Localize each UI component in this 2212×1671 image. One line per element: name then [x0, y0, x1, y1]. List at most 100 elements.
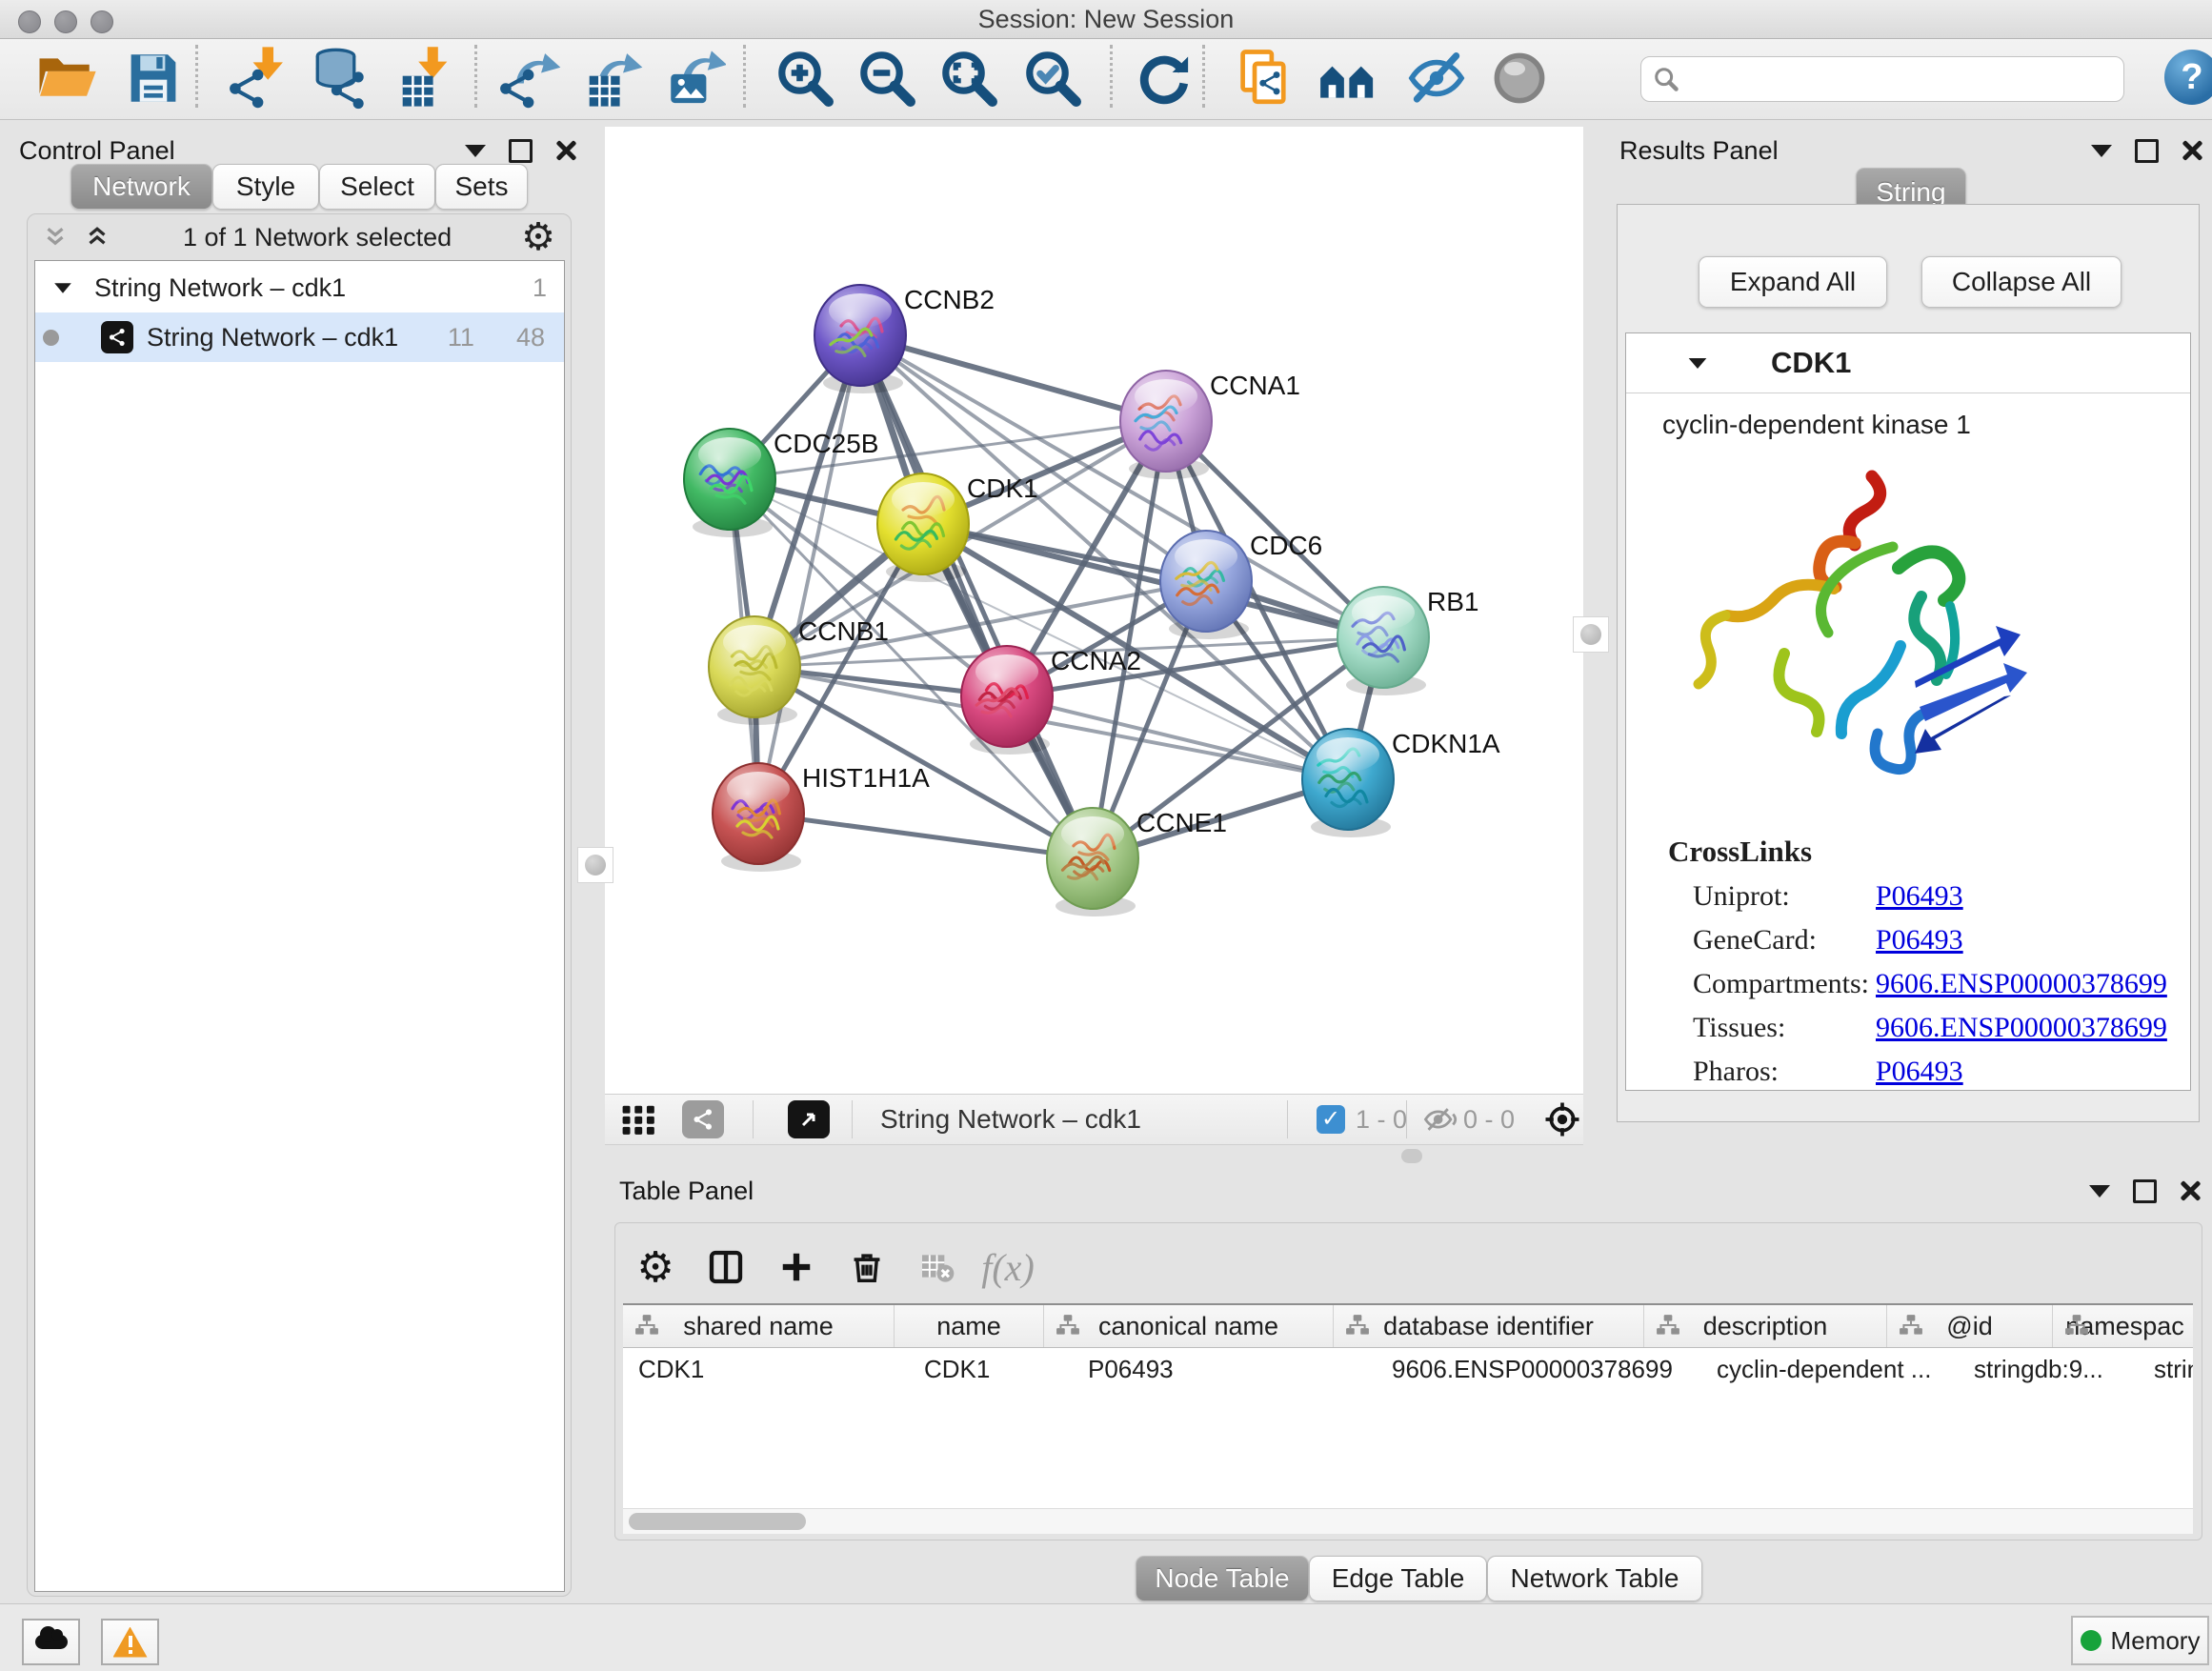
panel-maximize-icon[interactable] [2133, 1179, 2157, 1203]
selected-checkbox-icon[interactable]: ✓ [1317, 1105, 1345, 1134]
column-header-shared-name[interactable]: shared name [623, 1305, 895, 1347]
network-overview-icon[interactable] [682, 1100, 724, 1138]
panel-close-icon[interactable] [555, 140, 576, 161]
save-session-icon[interactable] [122, 47, 185, 110]
network-node-CCNA2[interactable] [961, 646, 1053, 755]
crosslink-link[interactable]: P06493 [1876, 1056, 1963, 1088]
network-edge[interactable] [758, 814, 1093, 858]
refresh-icon[interactable] [1132, 47, 1195, 110]
column-header-namespac[interactable]: namespac [2053, 1305, 2193, 1347]
panel-close-icon[interactable] [2182, 140, 2202, 161]
hidden-count: 0 - 0 [1463, 1095, 1515, 1144]
zoom-in-icon[interactable] [774, 47, 836, 110]
panel-float-icon[interactable] [2089, 1185, 2110, 1198]
panel-close-icon[interactable] [2180, 1180, 2201, 1201]
network-node-CDK1[interactable] [877, 473, 969, 582]
warnings-button[interactable] [101, 1619, 159, 1665]
network-node-CCNA1[interactable] [1120, 371, 1212, 479]
import-table-icon[interactable] [394, 47, 457, 110]
network-edge[interactable] [758, 335, 860, 814]
import-network-from-database-icon[interactable] [310, 47, 372, 110]
network-collection-row[interactable]: String Network – cdk1 1 [35, 263, 564, 312]
memory-button[interactable]: Memory [2071, 1616, 2209, 1665]
crosslink-label: Tissues: [1693, 1012, 1876, 1044]
column-header-database-identifier[interactable]: database identifier [1334, 1305, 1644, 1347]
panel-maximize-icon[interactable] [509, 139, 533, 163]
crosslink-link[interactable]: 9606.ENSP00000378699 [1876, 968, 2167, 1000]
export-network-icon[interactable] [499, 47, 562, 110]
network-node-CCNE1[interactable] [1047, 808, 1138, 916]
table-horizontal-scrollbar[interactable] [623, 1508, 2193, 1534]
tab-network[interactable]: Network [70, 164, 212, 210]
detach-view-icon[interactable] [788, 1100, 830, 1138]
tab-select[interactable]: Select [319, 164, 435, 210]
search-input[interactable] [1679, 65, 2123, 94]
right-splitter-handle[interactable] [1573, 616, 1609, 653]
tab-node-table[interactable]: Node Table [1136, 1556, 1309, 1601]
warning-icon [113, 1627, 148, 1658]
cloud-button[interactable] [22, 1619, 80, 1665]
hide-selected-icon[interactable] [1405, 47, 1468, 110]
column-header--id[interactable]: @id [1887, 1305, 2053, 1347]
open-session-icon[interactable] [34, 47, 97, 110]
expand-all-button[interactable]: Expand All [1699, 256, 1887, 308]
delete-column-icon[interactable] [844, 1244, 890, 1290]
expand-all-icon[interactable] [81, 223, 113, 252]
tab-sets[interactable]: Sets [435, 164, 528, 210]
show-all-icon[interactable] [1488, 47, 1551, 110]
horizontal-splitter-handle[interactable] [1401, 1149, 1422, 1163]
network-canvas[interactable]: CCNB2CCNA1CDC25BCDK1CDC6RB1CCNB1CCNA2CDK… [605, 127, 1583, 1094]
help-button[interactable]: ? [2164, 50, 2212, 105]
grid-view-icon[interactable] [621, 1104, 657, 1139]
birdseye-icon[interactable] [1543, 1100, 1581, 1143]
first-neighbors-icon[interactable] [1317, 47, 1379, 110]
scrollbar-thumb[interactable] [629, 1513, 806, 1530]
network-node-CDC25B[interactable] [684, 429, 775, 537]
network-row-selected[interactable]: String Network – cdk1 11 48 [35, 312, 564, 362]
import-network-icon[interactable] [229, 47, 292, 110]
section-expander-icon[interactable] [1689, 357, 1707, 368]
network-node-CCNB2[interactable] [814, 285, 906, 393]
tab-edge-table[interactable]: Edge Table [1309, 1556, 1487, 1601]
crosslink-label: Uniprot: [1693, 880, 1876, 913]
search-bar [1640, 56, 2124, 102]
column-header-canonical-name[interactable]: canonical name [1044, 1305, 1334, 1347]
panel-float-icon[interactable] [2091, 145, 2112, 157]
table-panel-title: Table Panel [619, 1177, 754, 1206]
zoom-out-icon[interactable] [855, 47, 918, 110]
table-gear-icon[interactable]: ⚙ [633, 1244, 678, 1290]
left-splitter-handle[interactable] [577, 847, 613, 883]
column-header-name[interactable]: name [895, 1305, 1044, 1347]
add-column-icon[interactable] [774, 1244, 819, 1290]
crosslink-link[interactable]: P06493 [1876, 924, 1963, 956]
collection-expander-icon[interactable] [54, 283, 71, 292]
collapse-all-icon[interactable] [39, 223, 71, 252]
tab-network-table[interactable]: Network Table [1487, 1556, 1702, 1601]
network-node-RB1[interactable] [1337, 587, 1429, 695]
table-cell: stringdb:9... [1959, 1348, 2139, 1390]
collapse-all-button[interactable]: Collapse All [1921, 256, 2122, 308]
gear-icon[interactable]: ⚙ [521, 218, 555, 256]
table-row[interactable]: CDK1CDK1P064939606.ENSP00000378699cyclin… [623, 1348, 2193, 1390]
show-columns-icon[interactable] [703, 1244, 749, 1290]
crosslink-link[interactable]: P06493 [1876, 880, 1963, 913]
crosslink-link[interactable]: 9606.ENSP00000378699 [1876, 1012, 2167, 1044]
function-builder-icon[interactable]: f(x) [985, 1244, 1031, 1290]
column-header-description[interactable]: description [1644, 1305, 1887, 1347]
gene-section-header[interactable]: CDK1 [1626, 333, 2190, 393]
export-image-icon[interactable] [663, 47, 726, 110]
zoom-fit-icon[interactable] [937, 47, 1000, 110]
memory-label: Memory [2111, 1626, 2201, 1656]
network-node-HIST1H1A[interactable] [713, 763, 804, 872]
zoom-selected-icon[interactable] [1021, 47, 1084, 110]
crosslink-row: Uniprot:P06493 [1626, 875, 2190, 918]
new-network-from-selection-icon[interactable] [1234, 47, 1297, 110]
tab-style[interactable]: Style [212, 164, 319, 210]
panel-float-icon[interactable] [465, 145, 486, 157]
network-node-CDKN1A[interactable] [1302, 729, 1394, 837]
export-table-icon[interactable] [581, 47, 644, 110]
delete-table-icon[interactable] [915, 1244, 960, 1290]
network-node-CCNB1[interactable] [709, 616, 800, 725]
memory-status-dot [2081, 1630, 2101, 1651]
panel-maximize-icon[interactable] [2135, 139, 2159, 163]
